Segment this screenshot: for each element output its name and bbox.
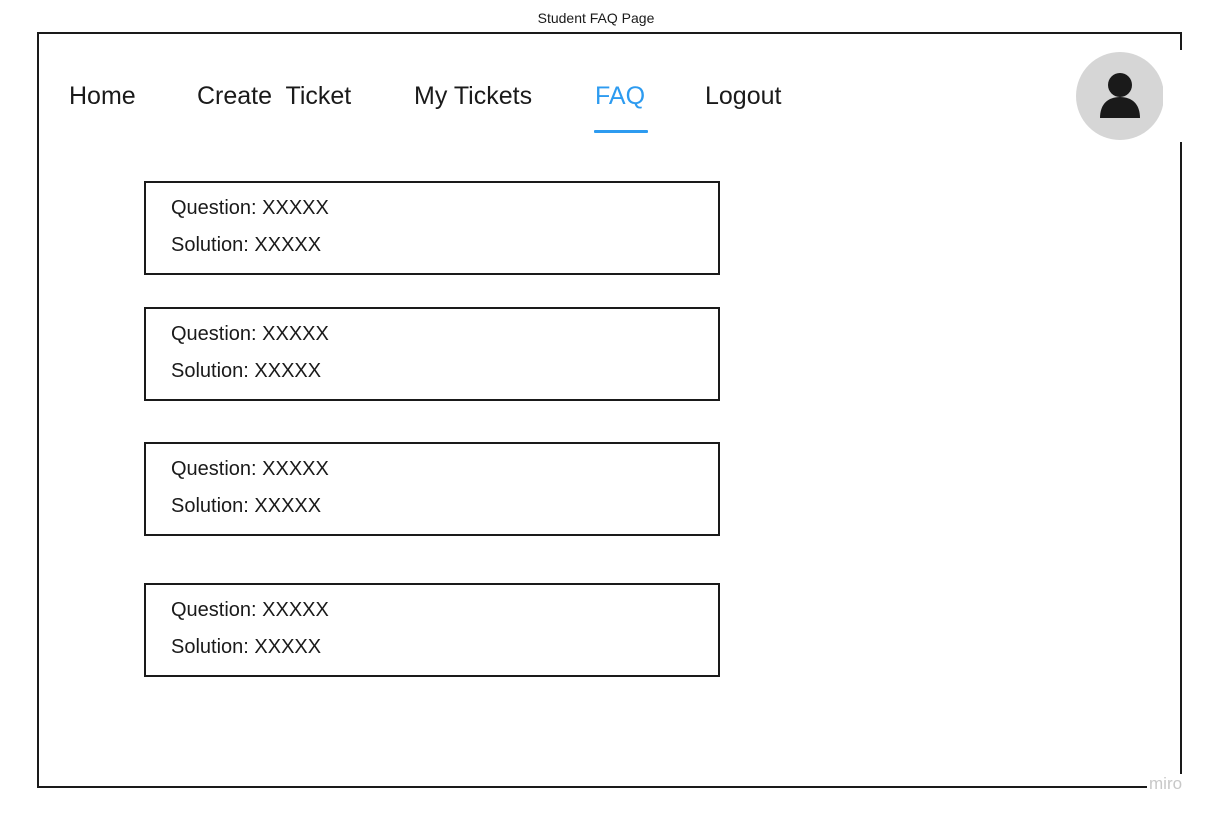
faq-card: Question: XXXXX Solution: XXXXX <box>144 181 720 275</box>
page-caption: Student FAQ Page <box>537 10 655 26</box>
nav-home-link[interactable]: Home <box>69 80 136 112</box>
faq-solution: Solution: XXXXX <box>171 360 322 382</box>
nav-my-tickets-link[interactable]: My Tickets <box>414 80 532 112</box>
faq-question: Question: XXXXX <box>171 197 329 219</box>
faq-card: Question: XXXXX Solution: XXXXX <box>144 307 720 401</box>
nav-create-ticket-link[interactable]: Create Ticket <box>197 80 351 112</box>
faq-question: Question: XXXXX <box>171 458 329 480</box>
nav-logout-link[interactable]: Logout <box>705 80 781 112</box>
faq-solution: Solution: XXXXX <box>171 636 322 658</box>
faq-solution: Solution: XXXXX <box>171 234 322 256</box>
faq-card: Question: XXXXX Solution: XXXXX <box>144 442 720 536</box>
nav-active-indicator <box>594 130 648 133</box>
nav-faq-link[interactable]: FAQ <box>595 80 645 112</box>
miro-watermark: miro <box>1147 774 1185 794</box>
faq-card: Question: XXXXX Solution: XXXXX <box>144 583 720 677</box>
faq-question: Question: XXXXX <box>171 599 329 621</box>
profile-avatar-button[interactable] <box>1076 52 1164 140</box>
user-icon <box>1100 73 1140 118</box>
faq-question: Question: XXXXX <box>171 323 329 345</box>
avatar-edge-mask <box>1163 50 1183 142</box>
faq-solution: Solution: XXXXX <box>171 495 322 517</box>
